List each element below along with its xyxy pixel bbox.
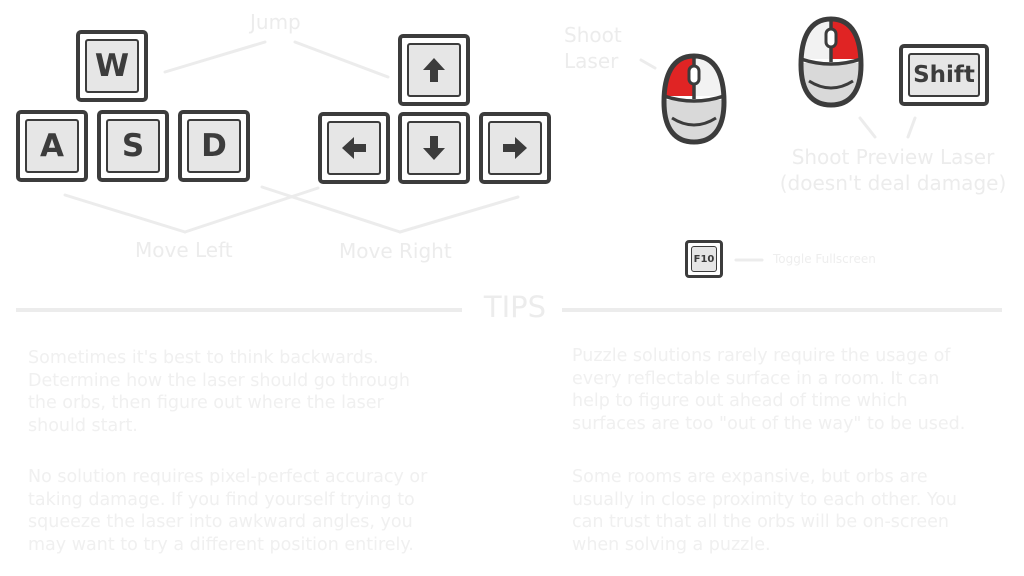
d-key: D [178, 110, 250, 182]
shift-key: Shift [899, 44, 989, 106]
shoot-laser-label: Shoot Laser [564, 23, 622, 73]
right-arrow-icon [503, 137, 527, 159]
a-key-label: A [25, 119, 79, 173]
a-key: A [16, 110, 88, 182]
tip-surfaces: Puzzle solutions rarely require the usag… [572, 346, 966, 434]
toggle-fullscreen-label: Toggle Fullscreen [773, 252, 876, 266]
tips-title: TIPS [483, 290, 547, 324]
left-arrow-icon [342, 137, 366, 159]
f10-key: F10 [685, 240, 723, 278]
s-key-label: S [106, 119, 160, 173]
w-key-label: W [85, 39, 139, 93]
left-arrow-key [318, 112, 390, 184]
tips-divider-right [562, 308, 1002, 312]
tips-divider-left [16, 308, 462, 312]
move-left-label: Move Left [135, 238, 233, 262]
jump-label: Jump [250, 10, 301, 34]
right-arrow-key [479, 112, 551, 184]
shoot-preview-label: Shoot Preview Laser (doesn't deal damage… [779, 145, 1007, 195]
down-arrow-icon [423, 136, 445, 160]
up-arrow-icon [423, 58, 445, 82]
tip-orbs: Some rooms are expansive, but orbs are u… [572, 467, 958, 555]
mouse-left-click-icon [661, 53, 727, 145]
shift-key-label: Shift [908, 53, 980, 97]
move-right-label: Move Right [339, 239, 452, 263]
w-key: W [76, 30, 148, 102]
tip-backwards: Sometimes it's best to think backwards. … [28, 348, 410, 436]
f10-key-label: F10 [691, 246, 717, 272]
mouse-right-click-icon [798, 16, 864, 108]
s-key: S [97, 110, 169, 182]
up-arrow-key [398, 34, 470, 106]
down-arrow-key [398, 112, 470, 184]
d-key-label: D [187, 119, 241, 173]
tip-accuracy: No solution requires pixel-perfect accur… [28, 467, 428, 555]
